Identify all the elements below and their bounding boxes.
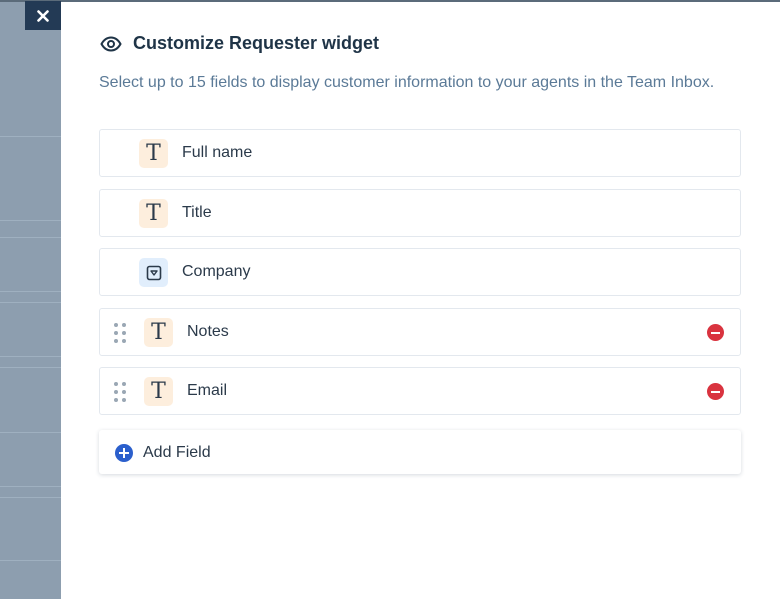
panel-header: Customize Requester widget xyxy=(100,33,379,54)
plus-circle-icon xyxy=(115,444,133,462)
text-type-icon: T xyxy=(139,139,168,168)
backdrop-divider xyxy=(0,560,61,561)
remove-field-button[interactable] xyxy=(707,324,724,341)
backdrop-divider xyxy=(0,237,61,238)
text-type-icon: T xyxy=(139,199,168,228)
customize-widget-panel: Customize Requester widget Select up to … xyxy=(61,2,780,599)
field-row-full-name: T Full name xyxy=(99,129,741,177)
backdrop-divider xyxy=(0,302,61,303)
add-field-label: Add Field xyxy=(143,444,211,461)
remove-field-button[interactable] xyxy=(707,383,724,400)
drag-handle-icon[interactable] xyxy=(114,382,126,402)
eye-icon xyxy=(100,35,122,52)
backdrop-divider xyxy=(0,486,61,487)
field-row-email: T Email xyxy=(99,367,741,415)
modal-backdrop xyxy=(0,0,61,599)
field-label: Full name xyxy=(182,144,253,161)
text-type-icon: T xyxy=(144,318,173,347)
drag-handle-icon[interactable] xyxy=(114,323,126,343)
backdrop-divider xyxy=(0,136,61,137)
field-label: Company xyxy=(182,263,251,280)
field-label: Email xyxy=(187,382,228,399)
text-type-icon: T xyxy=(144,377,173,406)
backdrop-divider xyxy=(0,291,61,292)
backdrop-divider xyxy=(0,432,61,433)
field-label: Title xyxy=(182,204,212,221)
backdrop-divider xyxy=(0,367,61,368)
add-field-button[interactable]: Add Field xyxy=(99,430,741,474)
backdrop-divider xyxy=(0,220,61,221)
backdrop-divider xyxy=(0,356,61,357)
field-row-notes: T Notes xyxy=(99,308,741,356)
close-icon xyxy=(37,9,49,22)
close-button[interactable] xyxy=(25,1,61,30)
panel-title: Customize Requester widget xyxy=(133,33,380,53)
field-label: Notes xyxy=(187,323,229,340)
field-row-title: T Title xyxy=(99,189,741,237)
backdrop-divider xyxy=(0,497,61,498)
panel-description: Select up to 15 fields to display custom… xyxy=(99,74,715,91)
field-row-company: Company xyxy=(99,248,741,296)
dropdown-type-icon xyxy=(139,258,168,287)
